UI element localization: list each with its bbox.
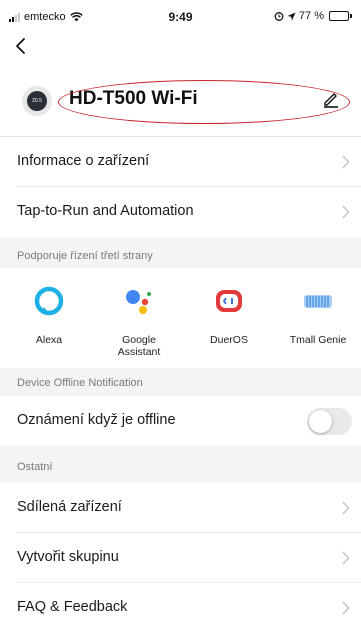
other-section-title: Ostatní <box>17 461 53 473</box>
chevron-right-icon <box>342 501 350 515</box>
thermostat-icon: 20.5 <box>22 86 52 116</box>
tmall-genie-icon <box>304 295 332 308</box>
chevron-right-icon <box>342 205 350 219</box>
status-right: 77 % <box>274 10 352 22</box>
offline-section-title: Device Offline Notification <box>17 377 143 389</box>
platform-dueros[interactable]: DuerOS <box>184 268 274 368</box>
other-section-header: Ostatní <box>0 446 361 488</box>
faq-feedback-label: FAQ & Feedback <box>17 599 128 615</box>
platform-name: Google Assistant <box>117 334 161 358</box>
battery-icon <box>329 11 352 21</box>
third-party-section-header: Podporuje řízení třetí strany <box>0 237 361 268</box>
alexa-icon <box>34 286 64 316</box>
back-chevron-icon[interactable] <box>10 34 34 58</box>
create-group-row[interactable]: Vytvořit skupinu <box>0 533 361 583</box>
third-party-section-title: Podporuje řízení třetí strany <box>17 250 153 262</box>
chevron-right-icon <box>342 551 350 565</box>
offline-section-header: Device Offline Notification <box>0 368 361 396</box>
tap-to-run-label: Tap-to-Run and Automation <box>17 203 194 219</box>
google-assistant-icon <box>126 290 151 314</box>
shared-devices-row[interactable]: Sdílená zařízení <box>0 483 361 533</box>
create-group-label: Vytvořit skupinu <box>17 549 119 565</box>
offline-notification-label: Oznámení když je offline <box>17 412 176 428</box>
faq-feedback-row[interactable]: FAQ & Feedback <box>0 583 361 633</box>
alarm-icon <box>274 12 284 21</box>
toggle-knob <box>309 410 332 433</box>
offline-notification-toggle[interactable] <box>307 408 352 435</box>
thermostat-icon-text: 20.5 <box>32 98 42 104</box>
shared-devices-label: Sdílená zařízení <box>17 499 122 515</box>
device-header: 20.5 HD-T500 Wi-Fi <box>0 76 361 134</box>
tap-to-run-row[interactable]: Tap-to-Run and Automation <box>0 187 361 237</box>
platform-name: DuerOS <box>210 334 248 346</box>
device-info-label: Informace o zařízení <box>17 153 150 169</box>
device-info-row[interactable]: Informace o zařízení <box>0 137 361 187</box>
platform-tmall-genie[interactable]: Tmall Genie <box>273 268 361 368</box>
dueros-icon <box>216 290 242 312</box>
platform-name: Tmall Genie <box>289 334 347 346</box>
device-name: HD-T500 Wi-Fi <box>69 88 198 109</box>
platform-google-assistant[interactable]: Google Assistant <box>94 268 184 368</box>
chevron-right-icon <box>342 155 350 169</box>
edit-pencil-icon[interactable] <box>322 90 340 108</box>
location-icon <box>287 12 296 20</box>
third-party-platforms: Alexa Google Assistant DuerOS Tmall Geni… <box>0 268 361 368</box>
chevron-right-icon <box>342 601 350 615</box>
offline-notification-row: Oznámení když je offline <box>0 396 361 446</box>
platform-alexa[interactable]: Alexa <box>4 268 94 368</box>
battery-percent: 77 % <box>298 10 324 22</box>
status-bar: emtecko 9:49 77 % <box>0 0 361 34</box>
platform-name: Alexa <box>35 334 63 346</box>
